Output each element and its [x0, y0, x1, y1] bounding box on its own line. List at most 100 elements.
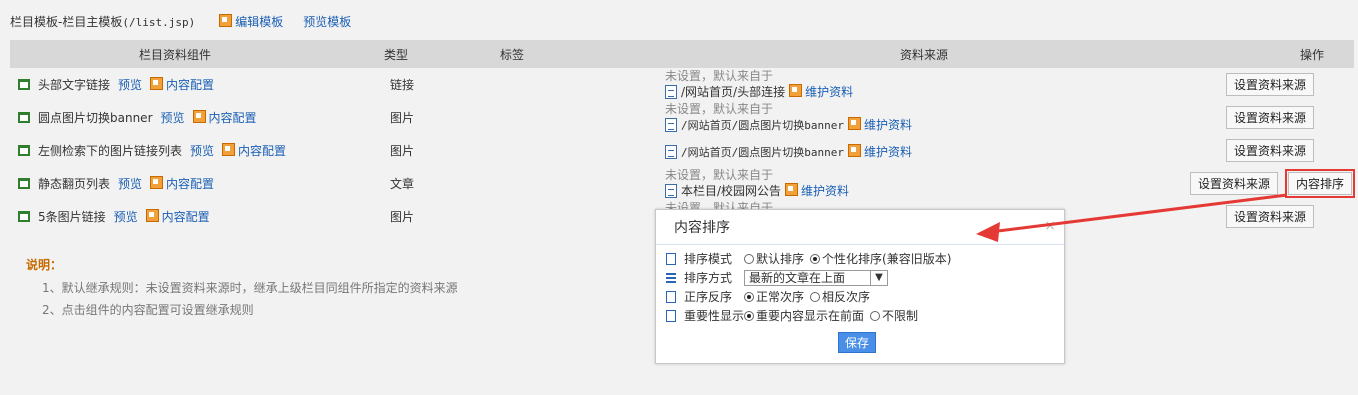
component-table: 栏目资料组件 类型 标签 资料来源 操作 头部文字链接 预览 内容配置 链接 未… — [10, 40, 1356, 233]
component-name: 圆点图片切换banner — [38, 111, 153, 125]
content-sort-dialog: 内容排序 × 排序模式 默认排序 个性化排序(兼容旧版本) 排序方式 最新的文章… — [655, 209, 1065, 364]
maintain-link[interactable]: 维护资料 — [847, 143, 912, 160]
set-source-button[interactable]: 设置资料来源 — [1225, 106, 1314, 129]
sort-method-row: 排序方式 最新的文章在上面 ▼ — [656, 268, 1064, 287]
component-icon — [18, 112, 30, 123]
component-icon — [18, 79, 30, 90]
order-normal-radio[interactable]: 正常次序 — [744, 288, 804, 305]
maintain-link[interactable]: 维护资料 — [785, 182, 849, 199]
chevron-down-icon: ▼ — [870, 269, 887, 286]
edit-icon — [150, 176, 164, 189]
set-source-button[interactable]: 设置资料来源 — [1225, 73, 1314, 96]
header-actions: 操作 — [1299, 47, 1324, 62]
dialog-title: 内容排序 — [674, 220, 730, 236]
template-toolbar: 栏目模板-栏目主模板(/list.jsp) 编辑模板 预览模板 — [10, 8, 1354, 34]
document-icon — [665, 84, 677, 99]
header-tag: 标签 — [500, 47, 525, 62]
edit-icon — [222, 143, 236, 156]
edit-icon — [219, 13, 233, 27]
set-source-button[interactable]: 设置资料来源 — [1189, 172, 1278, 195]
notes-title: 说明： — [26, 258, 63, 272]
content-config-link[interactable]: 内容配置 — [150, 76, 214, 93]
set-source-button[interactable]: 设置资料来源 — [1225, 205, 1314, 228]
table-row: 左侧检索下的图片链接列表 预览 内容配置 图片 /网站首页/圆点图片切换bann… — [10, 134, 1354, 167]
save-button[interactable]: 保存 — [838, 332, 877, 353]
header-component: 栏目资料组件 — [138, 47, 211, 62]
sort-method-label: 排序方式 — [684, 271, 733, 285]
component-icon — [18, 178, 30, 189]
order-label: 正序反序 — [684, 290, 733, 304]
document-icon — [665, 183, 677, 198]
order-icon — [666, 290, 676, 303]
document-icon — [665, 144, 677, 159]
sort-mode-default-radio[interactable]: 默认排序 — [744, 250, 804, 267]
table-row: 静态翻页列表 预览 内容配置 文章 未设置，默认来自于 本栏目/校园网公告 维护… — [10, 167, 1356, 200]
content-config-link[interactable]: 内容配置 — [192, 109, 257, 126]
source-note: 未设置，默认来自于 — [665, 102, 774, 116]
importance-label: 重要性显示 — [684, 309, 745, 323]
preview-link[interactable]: 预览 — [118, 175, 142, 192]
importance-row: 重要性显示 重要内容显示在前面 不限制 — [656, 306, 1064, 325]
header-type: 类型 — [384, 47, 409, 62]
type-cell: 链接 — [390, 78, 415, 92]
sort-mode-row: 排序模式 默认排序 个性化排序(兼容旧版本) — [656, 249, 1064, 268]
content-sort-button[interactable]: 内容排序 — [1284, 169, 1356, 198]
header-source: 资料来源 — [900, 47, 949, 62]
note-item: 2、点击组件的内容配置可设置继承规则 — [42, 303, 254, 317]
sort-method-select[interactable]: 最新的文章在上面 ▼ — [744, 269, 888, 286]
type-cell: 图片 — [390, 111, 415, 125]
source-path: /网站首页/圆点图片切换banner — [681, 145, 844, 159]
template-title: 栏目模板-栏目主模板(/list.jsp) — [10, 14, 196, 29]
preview-link[interactable]: 预览 — [190, 142, 214, 159]
close-icon[interactable]: × — [1044, 218, 1056, 234]
source-path: /网站首页/圆点图片切换banner — [681, 118, 844, 132]
table-row: 头部文字链接 预览 内容配置 链接 未设置，默认来自于 /网站首页/头部连接 维… — [10, 68, 1354, 101]
source-note: 未设置，默认来自于 — [665, 168, 774, 182]
preview-link[interactable]: 预览 — [114, 208, 138, 225]
order-reverse-radio[interactable]: 相反次序 — [810, 288, 870, 305]
edit-icon — [785, 183, 799, 196]
maintain-link[interactable]: 维护资料 — [847, 116, 912, 133]
maintain-link[interactable]: 维护资料 — [789, 83, 853, 100]
order-row: 正序反序 正常次序 相反次序 — [656, 287, 1064, 306]
component-name: 左侧检索下的图片链接列表 — [38, 144, 183, 158]
dialog-header: 内容排序 × — [656, 210, 1064, 245]
preview-template-link[interactable]: 预览模板 — [303, 13, 351, 30]
edit-icon — [192, 110, 206, 123]
edit-icon — [145, 209, 159, 222]
set-source-button[interactable]: 设置资料来源 — [1225, 139, 1314, 162]
sort-mode-custom-radio[interactable]: 个性化排序(兼容旧版本) — [810, 250, 951, 267]
source-cell: 未设置，默认来自于 /网站首页/头部连接 维护资料 — [620, 68, 1120, 101]
page-frame: 栏目模板-栏目主模板(/list.jsp) 编辑模板 预览模板 栏目资料组件 类… — [0, 0, 1358, 395]
source-cell: 未设置，默认来自于 本栏目/校园网公告 维护资料 — [620, 167, 1120, 200]
preview-link[interactable]: 预览 — [118, 76, 142, 93]
component-name: 静态翻页列表 — [38, 177, 111, 191]
importance-any-radio[interactable]: 不限制 — [870, 307, 918, 324]
sort-icon — [666, 252, 676, 265]
source-path: /网站首页/头部连接 — [681, 85, 786, 99]
document-icon — [665, 117, 677, 132]
note-item: 1、默认继承规则：未设置资料来源时，继承上级栏目同组件所指定的资料来源 — [42, 281, 458, 295]
type-cell: 图片 — [390, 210, 415, 224]
notes-section: 说明： 1、默认继承规则：未设置资料来源时，继承上级栏目同组件所指定的资料来源 … — [26, 256, 458, 321]
type-cell: 图片 — [390, 144, 415, 158]
sort-mode-label: 排序模式 — [684, 252, 733, 266]
edit-template-link[interactable]: 编辑模板 — [219, 13, 283, 30]
list-icon — [666, 272, 676, 283]
table-header: 栏目资料组件 类型 标签 资料来源 操作 — [10, 40, 1354, 68]
content-config-link[interactable]: 内容配置 — [145, 208, 210, 225]
preview-link[interactable]: 预览 — [161, 109, 185, 126]
importance-first-radio[interactable]: 重要内容显示在前面 — [744, 307, 864, 324]
importance-icon — [666, 309, 676, 322]
component-name: 头部文字链接 — [38, 78, 111, 92]
type-cell: 文章 — [390, 177, 415, 191]
edit-icon — [847, 144, 861, 157]
content-config-link[interactable]: 内容配置 — [150, 175, 214, 192]
content-config-link[interactable]: 内容配置 — [222, 142, 286, 159]
table-row: 圆点图片切换banner 预览 内容配置 图片 未设置，默认来自于 /网站首页/… — [10, 101, 1354, 134]
source-cell: 未设置，默认来自于 /网站首页/圆点图片切换banner 维护资料 — [620, 101, 1120, 134]
edit-icon — [150, 77, 164, 90]
component-name: 5条图片链接 — [38, 210, 106, 224]
edit-icon — [847, 117, 861, 130]
source-path: 本栏目/校园网公告 — [681, 184, 782, 198]
